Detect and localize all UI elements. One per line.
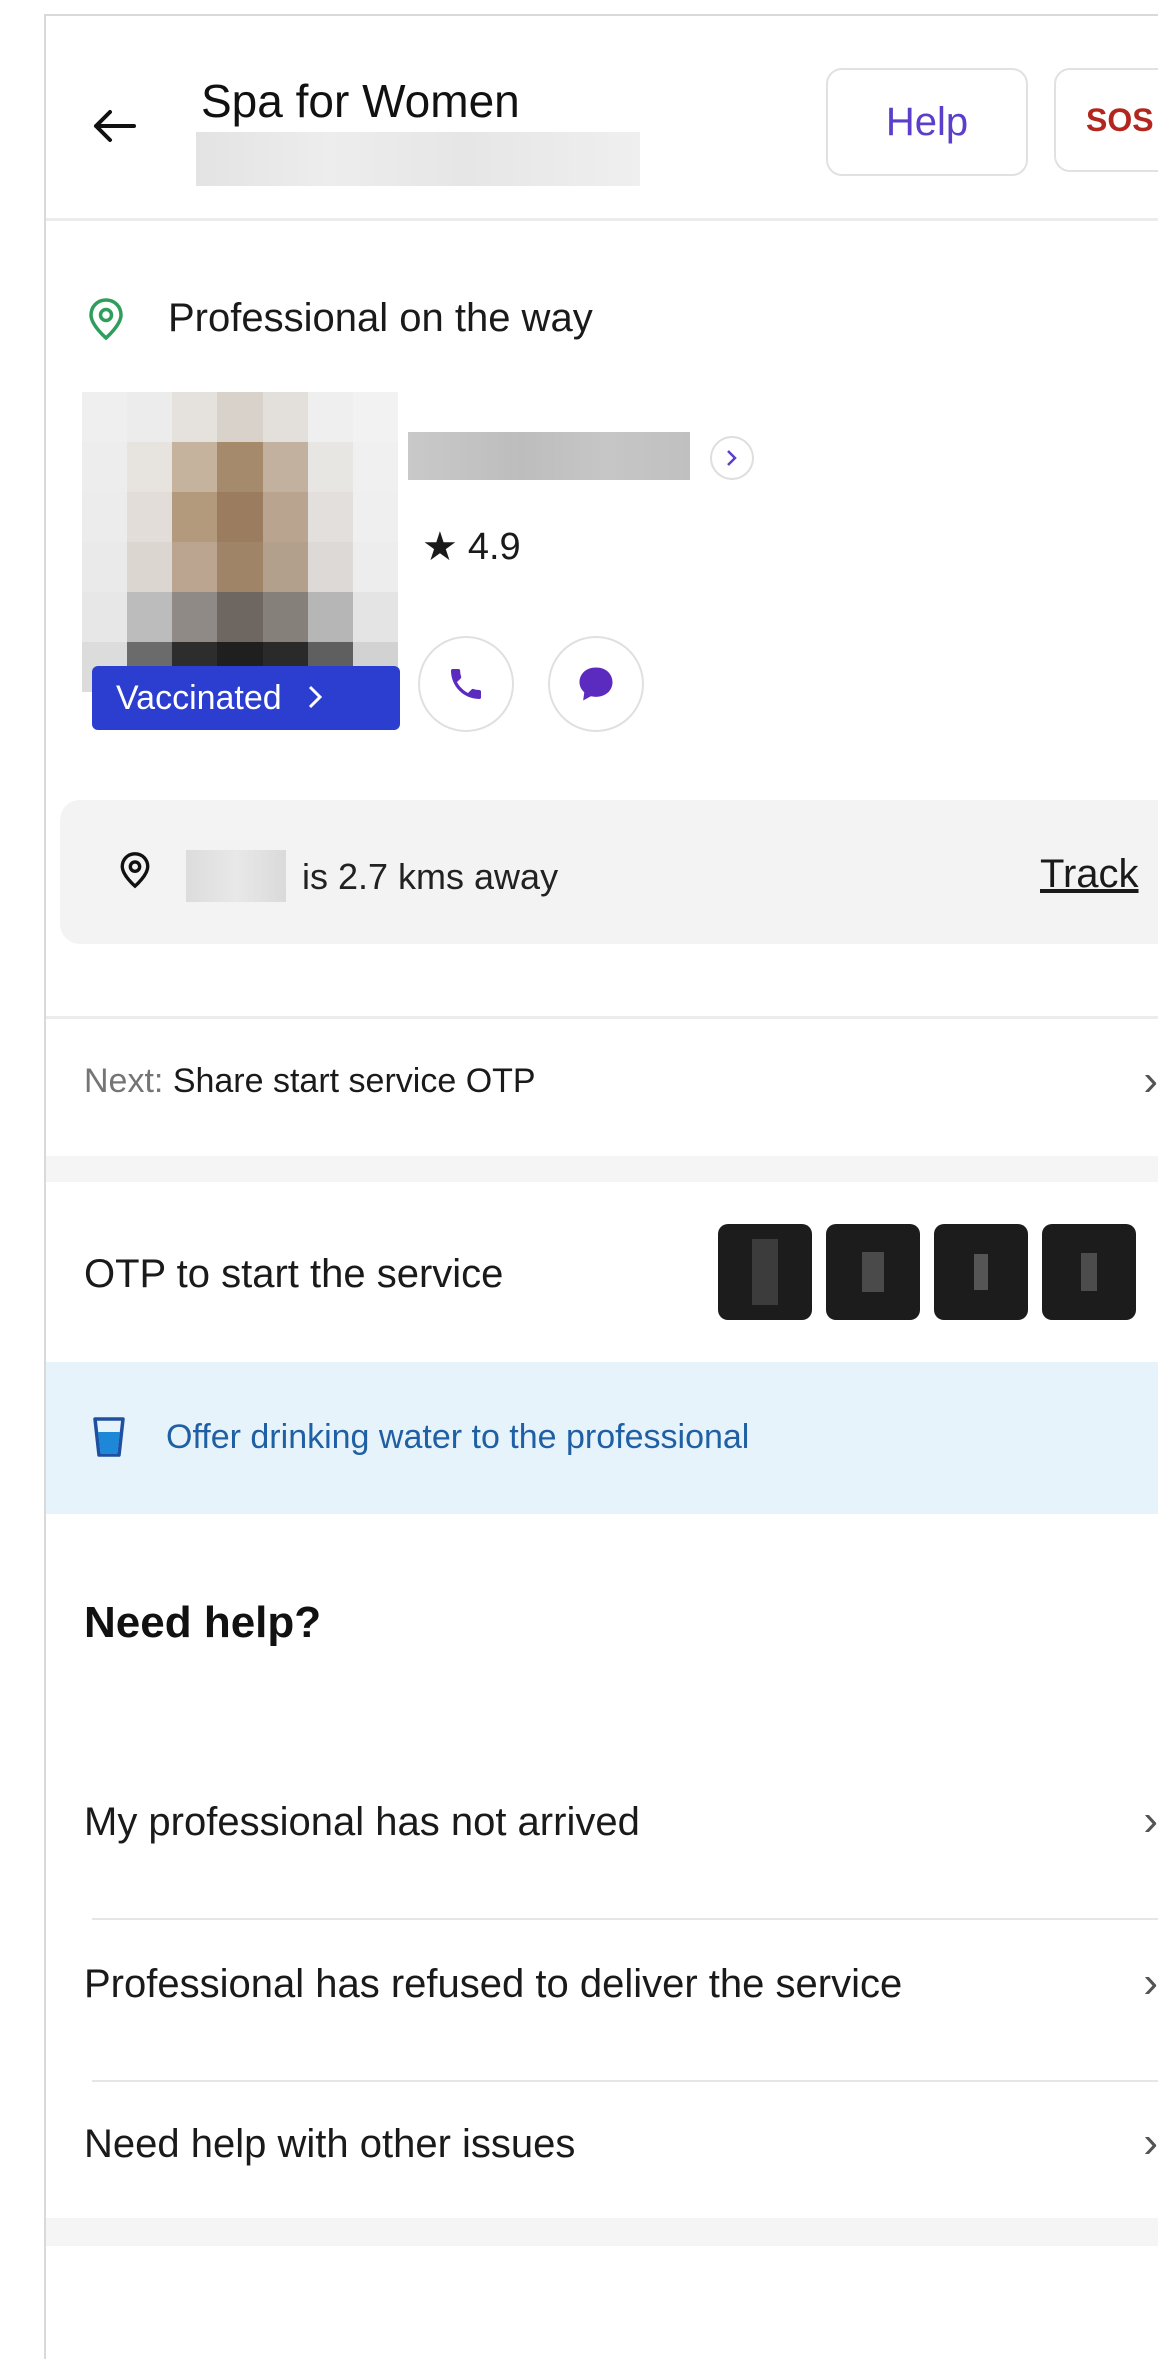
track-link[interactable]: Track [1040,852,1139,897]
need-help-heading: Need help? [84,1598,322,1647]
vaccinated-label: Vaccinated [116,678,282,717]
otp-label: OTP to start the service [84,1252,504,1296]
arrow-left-icon [94,110,136,142]
professional-name-redacted [186,850,286,902]
booking-status-screen: Spa for Women Help SOS Professional on t… [46,16,1158,2359]
booking-subtitle-redacted [196,132,640,186]
help-item-not-arrived[interactable]: My professional has not arrived › [84,1796,1158,1845]
chevron-right-icon: › [1143,2118,1158,2167]
screen-margin [0,0,44,2359]
page-title: Spa for Women [201,75,520,127]
chevron-right-icon: › [1143,1796,1158,1845]
help-divider [92,2080,1158,2082]
sos-button[interactable]: SOS [1054,68,1158,172]
status-row: Professional on the way [86,296,593,341]
otp-digit-redacted [934,1224,1028,1320]
call-button[interactable] [418,636,514,732]
chevron-right-icon: › [1143,1958,1158,2007]
help-item-label: My professional has not arrived [84,1800,640,1844]
distance-card: is 2.7 kms away Track [60,800,1158,944]
drinking-water-text: Offer drinking water to the professional [166,1418,750,1456]
back-button[interactable] [86,98,142,154]
vaccinated-badge[interactable]: Vaccinated [92,666,400,730]
help-item-label: Professional has refused to deliver the … [84,1962,903,2006]
photo-redacted-mosaic [82,392,398,692]
header: Spa for Women Help SOS [46,16,1158,221]
help-item-refused-service[interactable]: Professional has refused to deliver the … [84,1958,1158,2007]
next-step-row[interactable]: Next: Share start service OTP › [84,1056,1158,1105]
status-text: Professional on the way [168,296,593,340]
help-item-label: Need help with other issues [84,2122,576,2166]
help-divider [92,1918,1158,1920]
phone-icon [451,669,481,699]
chevron-right-icon [308,679,322,718]
glass-icon [93,1417,125,1457]
chevron-right-icon [727,450,737,466]
location-pin-icon [120,852,150,889]
professional-photo[interactable] [82,392,398,692]
professional-profile-button[interactable] [710,436,754,480]
help-button[interactable]: Help [826,68,1028,176]
otp-digit-redacted [718,1224,812,1320]
professional-rating: ★ 4.9 [422,524,521,570]
star-icon: ★ [422,525,458,569]
location-pin-icon [89,297,123,340]
professional-name-redacted [408,432,690,480]
section-gap [46,1156,1158,1182]
next-step-text: Share start service OTP [172,1062,536,1100]
drinking-water-banner: Offer drinking water to the professional [46,1362,1158,1514]
next-step-label: Next: [84,1062,164,1100]
distance-text: is 2.7 kms away [302,856,559,897]
otp-digit-redacted [1042,1224,1136,1320]
help-item-other-issues[interactable]: Need help with other issues › [84,2118,1158,2167]
section-divider [46,1016,1158,1019]
section-gap [46,2218,1158,2246]
chevron-right-icon: › [1143,1056,1158,1105]
otp-digit-redacted [826,1224,920,1320]
chat-bubble-icon [579,667,613,701]
chat-button[interactable] [548,636,644,732]
rating-value: 4.9 [467,525,521,568]
